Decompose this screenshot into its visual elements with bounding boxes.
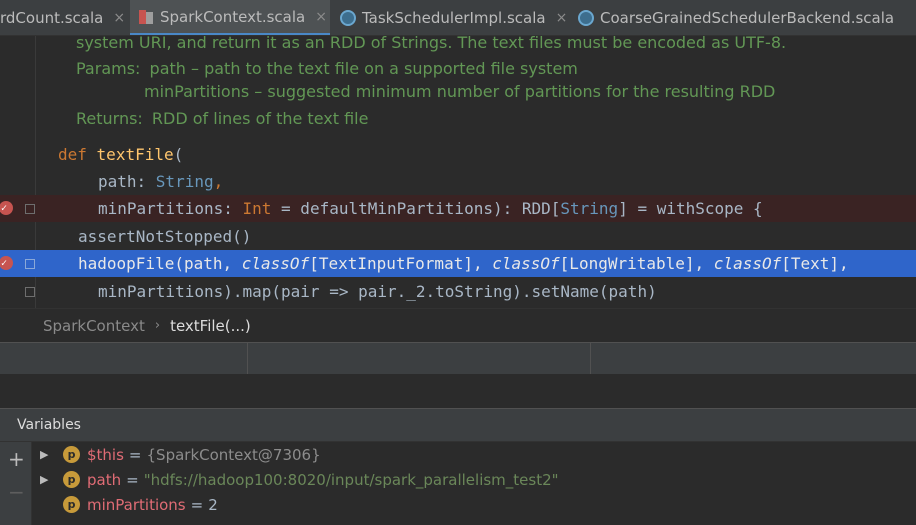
code-text: [LongWritable], xyxy=(559,254,714,273)
divider xyxy=(247,343,248,375)
parameter-icon: p xyxy=(63,471,80,488)
type-int: Int xyxy=(242,199,272,218)
variable-value: {SparkContext@7306} xyxy=(146,445,321,464)
add-watch-button[interactable]: + xyxy=(8,449,25,469)
breadcrumb-item-textfile[interactable]: textFile(...) xyxy=(170,317,251,335)
code-text: : xyxy=(223,199,243,218)
variable-equals: = xyxy=(128,445,142,464)
tab-label: TaskSchedulerImpl.scala xyxy=(362,9,546,27)
doc-param-path: path – path to the text file on a suppor… xyxy=(149,59,578,78)
expand-arrow-icon[interactable]: ▶ xyxy=(40,473,52,486)
scala-file-icon xyxy=(578,10,594,26)
code-text: = defaultMinPartitions): RDD[ xyxy=(271,199,561,218)
panel-gap xyxy=(0,374,916,408)
param-minpartitions: minPartitions xyxy=(98,199,224,218)
fold-icon[interactable] xyxy=(25,204,35,214)
code-line-assert: assertNotStopped() xyxy=(0,223,916,250)
tab-label: rdCount.scala xyxy=(0,9,104,27)
code-text: ] = withScope { xyxy=(618,199,763,218)
close-icon[interactable]: × xyxy=(315,9,327,25)
tab-label: CoarseGrainedSchedulerBackend.scala xyxy=(600,9,895,27)
keyword-def: def xyxy=(58,145,87,164)
keyword-classof: classOf xyxy=(241,254,310,273)
doc-returns-line: Returns: RDD of lines of the text file xyxy=(76,109,368,128)
function-name: textFile xyxy=(96,145,174,164)
close-icon[interactable]: × xyxy=(113,10,125,26)
code-text: : xyxy=(136,172,156,191)
variable-equals: = xyxy=(126,470,139,489)
keyword-classof: classOf xyxy=(492,254,560,273)
doc-params-label: Params: xyxy=(76,59,141,78)
code-line-current-execution: ✓ hadoopFile(path, classOf[TextInputForm… xyxy=(0,250,916,277)
variables-panel-header: Variables xyxy=(0,408,916,442)
variable-name: $this xyxy=(87,445,124,464)
divider xyxy=(590,343,591,375)
variable-name: path xyxy=(87,470,122,489)
parameter-icon: p xyxy=(63,496,80,513)
type-string: String xyxy=(560,199,619,218)
scala-class-icon xyxy=(138,9,154,25)
code-text: [TextInputFormat], xyxy=(309,254,493,273)
breadcrumb: SparkContext › textFile(...) xyxy=(0,308,916,342)
code-text: minPartitions).map(pair => pair._2.toStr… xyxy=(98,282,657,301)
variable-row-this[interactable]: ▶ p $this = {SparkContext@7306} xyxy=(36,442,321,467)
code-text: , xyxy=(213,172,224,191)
variables-title: Variables xyxy=(17,417,81,433)
type-string: String xyxy=(155,172,214,191)
doc-returns-label: Returns: xyxy=(76,109,143,128)
code-line-def: def textFile( xyxy=(0,141,916,168)
code-text: assertNotStopped() xyxy=(78,227,252,246)
tab-coarsegrainedschedulerbackend[interactable]: CoarseGrainedSchedulerBackend.scala xyxy=(570,0,916,35)
code-text: hadoopFile(path, xyxy=(78,254,242,273)
close-icon[interactable]: × xyxy=(556,10,568,26)
parameter-icon: p xyxy=(63,446,80,463)
variable-name: minPartitions xyxy=(87,495,186,514)
tab-label: SparkContext.scala xyxy=(160,7,306,26)
doc-comment-line: system URI, and return it as an RDD of S… xyxy=(76,36,787,52)
fold-icon[interactable] xyxy=(25,287,35,297)
param-path: path xyxy=(98,172,137,191)
variables-side-toolbar: + − xyxy=(0,442,32,525)
code-editor[interactable]: system URI, and return it as an RDD of S… xyxy=(0,36,916,308)
tab-sparkcontext[interactable]: SparkContext.scala × xyxy=(130,0,330,35)
editor-tab-bar: rdCount.scala × SparkContext.scala × Tas… xyxy=(0,0,916,36)
scala-file-icon xyxy=(340,10,356,26)
variable-row-path[interactable]: ▶ p path = "hdfs://hadoop100:8020/input/… xyxy=(36,467,559,492)
debugger-toolbar-strip xyxy=(0,342,916,375)
code-text: ( xyxy=(173,145,184,164)
code-text: [Text], xyxy=(781,254,849,273)
code-line-path: path: String, xyxy=(0,168,916,195)
chevron-right-icon: › xyxy=(154,318,161,333)
variable-row-minpartitions[interactable]: ▶ p minPartitions = 2 xyxy=(36,492,218,517)
variable-equals: = xyxy=(190,495,204,514)
tab-wordcount[interactable]: rdCount.scala × xyxy=(0,0,125,35)
doc-returns-text: RDD of lines of the text file xyxy=(151,109,369,128)
doc-params-line: Params: path – path to the text file on … xyxy=(76,59,578,78)
tab-taskschedulerimpl[interactable]: TaskSchedulerImpl.scala × xyxy=(332,0,568,35)
keyword-classof: classOf xyxy=(713,254,782,273)
variable-value: "hdfs://hadoop100:8020/input/spark_paral… xyxy=(143,470,559,489)
check-icon: ✓ xyxy=(1,203,8,214)
code-line-map: minPartitions).map(pair => pair._2.toStr… xyxy=(0,278,916,305)
doc-param-minpartitions: minPartitions – suggested minimum number… xyxy=(144,82,776,101)
fold-icon[interactable] xyxy=(25,259,35,269)
code-line-minpartitions: ✓ minPartitions: Int = defaultMinPartiti… xyxy=(0,195,916,222)
variable-value: 2 xyxy=(208,495,218,514)
expand-arrow-icon[interactable]: ▶ xyxy=(40,448,52,461)
remove-watch-button[interactable]: − xyxy=(8,482,25,502)
breadcrumb-item-sparkcontext[interactable]: SparkContext xyxy=(43,317,145,335)
check-icon: ✓ xyxy=(1,258,8,269)
